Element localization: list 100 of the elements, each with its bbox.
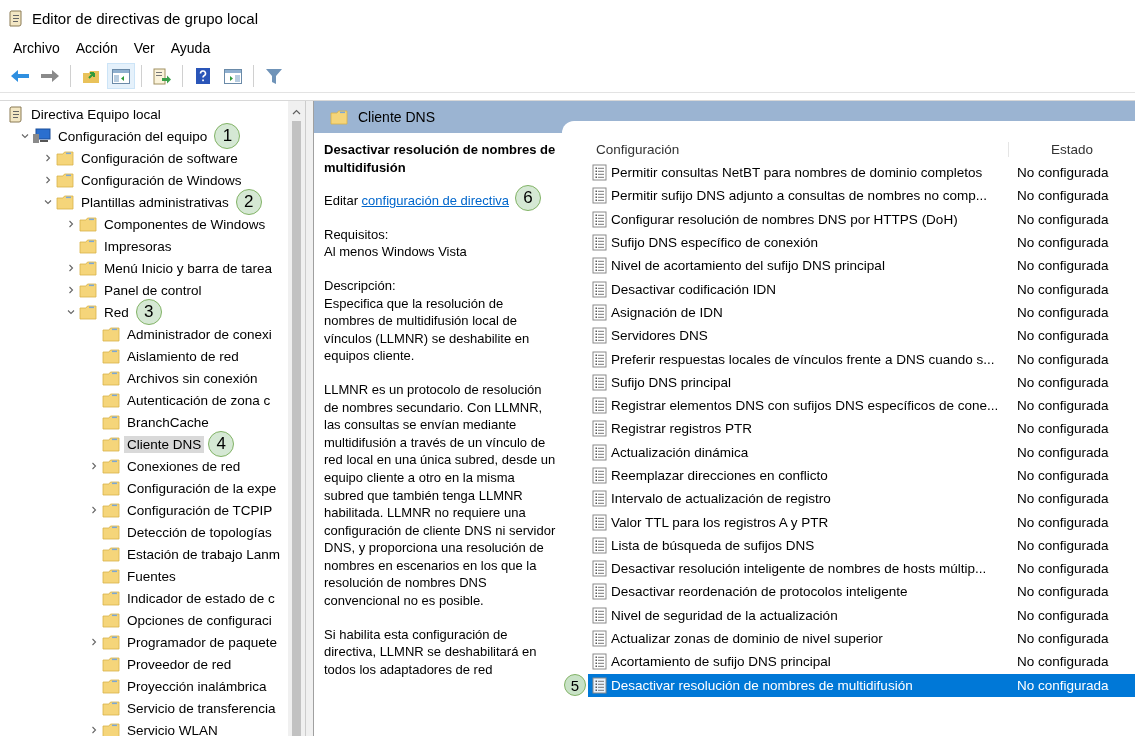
policy-icon bbox=[592, 536, 607, 554]
tree-item[interactable]: Configuración del equipo bbox=[55, 127, 211, 145]
menu-item[interactable]: Acción bbox=[68, 38, 125, 58]
tree-item[interactable]: Menú Inicio y barra de tarea bbox=[101, 259, 276, 277]
setting-name: Reemplazar direcciones en conflicto bbox=[611, 468, 828, 483]
folder-icon bbox=[79, 304, 97, 320]
tree-item[interactable]: Impresoras bbox=[101, 237, 175, 255]
settings-row[interactable]: Nivel de seguridad de la actualización No configurada bbox=[588, 603, 1135, 627]
tree-item[interactable]: Plantillas administrativas bbox=[78, 193, 232, 211]
settings-row[interactable]: Lista de búsqueda de sufijos DNS No configurada bbox=[588, 533, 1135, 558]
tree-item[interactable]: Panel de control bbox=[101, 281, 205, 299]
setting-state: No configurada bbox=[1016, 677, 1110, 693]
tree-item[interactable]: Conexiones de red bbox=[124, 457, 244, 475]
setting-state: No configurada bbox=[1016, 468, 1110, 483]
setting-name: Permitir consultas NetBT para nombres de dominio completos bbox=[611, 165, 983, 181]
tree-item[interactable]: Configuración de la expe bbox=[124, 479, 280, 497]
policy-icon bbox=[592, 513, 607, 531]
tree-item[interactable]: Configuración de software bbox=[78, 149, 241, 167]
tree-item[interactable]: Autenticación de zona c bbox=[124, 391, 274, 409]
tree-item[interactable]: Programador de paquete bbox=[124, 633, 281, 651]
setting-name: Acortamiento de sufijo DNS principal bbox=[611, 654, 831, 670]
settings-row[interactable]: Acortamiento de sufijo DNS principal No configurada bbox=[588, 650, 1135, 674]
back-arrow-icon bbox=[10, 69, 30, 83]
callout-number: 4 bbox=[208, 431, 235, 457]
settings-row[interactable]: Permitir consultas NetBT para nombres de dominio completos No configurada bbox=[588, 161, 1135, 185]
setting-name: Desactivar resolución inteligente de nombres de hosts múltip... bbox=[611, 561, 987, 577]
callout-number: 3 bbox=[135, 299, 162, 325]
setting-state: No configurada bbox=[1016, 165, 1110, 181]
tree-item[interactable]: Servicio WLAN bbox=[124, 721, 221, 736]
tree-item[interactable]: Configuración de Windows bbox=[78, 171, 245, 189]
settings-row[interactable]: Reemplazar direcciones en conflicto No configurada bbox=[588, 463, 1135, 488]
settings-row[interactable]: Servidores DNS No configurada bbox=[588, 324, 1135, 348]
setting-state: No configurada bbox=[1016, 654, 1110, 670]
settings-row[interactable]: Registrar registros PTR No configurada bbox=[588, 417, 1135, 441]
setting-name: Desactivar codificación IDN bbox=[611, 281, 777, 297]
tree-item[interactable]: Directiva Equipo local bbox=[28, 105, 164, 123]
tree-item[interactable]: Estación de trabajo Lanm bbox=[124, 545, 284, 563]
policy-icon bbox=[592, 350, 607, 368]
toolbar-button[interactable] bbox=[107, 63, 135, 89]
settings-row[interactable]: Sufijo DNS específico de conexión No configurada bbox=[588, 230, 1135, 255]
window-title: Editor de directivas de grupo local bbox=[32, 9, 258, 27]
tree-item[interactable]: Configuración de TCPIP bbox=[124, 501, 276, 519]
folder-icon bbox=[102, 502, 120, 518]
scrollbar[interactable] bbox=[288, 101, 305, 736]
tree-item[interactable]: Archivos sin conexión bbox=[124, 369, 261, 387]
folder-icon bbox=[102, 678, 120, 694]
folder-icon bbox=[56, 194, 74, 210]
tree-item[interactable]: Detección de topologías bbox=[124, 523, 275, 541]
settings-row[interactable]: Intervalo de actualización de registro No configurada bbox=[588, 487, 1135, 511]
column-header[interactable]: Estado bbox=[1009, 141, 1135, 157]
settings-row[interactable]: Actualizar zonas de dominio de nivel superior No configurada bbox=[588, 626, 1135, 651]
setting-state: No configurada bbox=[1016, 188, 1110, 204]
tree-item[interactable]: Indicador de estado de c bbox=[124, 589, 278, 607]
setting-name: Nivel de seguridad de la actualización bbox=[611, 607, 838, 623]
folder-icon bbox=[102, 612, 120, 628]
menu-item[interactable]: Archivo bbox=[6, 38, 67, 58]
settings-row[interactable]: Valor TTL para los registros A y PTR No configurada bbox=[588, 510, 1135, 534]
tree-item[interactable]: Administrador de conexi bbox=[124, 325, 275, 343]
setting-name: Actualización dinámica bbox=[611, 444, 749, 460]
menu-item[interactable]: Ver bbox=[126, 38, 162, 58]
folder-icon bbox=[102, 634, 120, 650]
settings-row[interactable]: Registrar elementos DNS con sufijos DNS específicos de cone... No configurada bbox=[588, 393, 1135, 418]
tree-item[interactable]: Cliente DNS bbox=[124, 435, 205, 453]
filter-icon bbox=[265, 67, 283, 85]
column-header[interactable]: Configuración bbox=[588, 141, 1009, 157]
settings-row[interactable]: Desactivar resolución inteligente de nombres de hosts múltip... No configurada bbox=[588, 557, 1135, 581]
policy-icon bbox=[592, 676, 607, 694]
tree-item[interactable]: Red bbox=[101, 303, 132, 321]
settings-row[interactable]: Desactivar codificación IDN No configurada bbox=[588, 277, 1135, 301]
settings-row[interactable]: Configurar resolución de nombres DNS por HTTPS (DoH) No configurada bbox=[588, 207, 1135, 231]
folder-icon bbox=[102, 326, 120, 342]
settings-row[interactable]: Desactivar reordenación de protocolos inteligente No configurada bbox=[588, 580, 1135, 604]
settings-row[interactable]: Actualización dinámica No configurada bbox=[588, 440, 1135, 464]
setting-name: Desactivar reordenación de protocolos inteligente bbox=[611, 584, 908, 600]
setting-name: Preferir respuestas locales de vínculos frente a DNS cuando s... bbox=[611, 351, 995, 367]
tree-item[interactable]: BranchCache bbox=[124, 413, 212, 431]
tree-item[interactable]: Servicio de transferencia bbox=[124, 699, 279, 717]
settings-row[interactable]: Desactivar resolución de nombres de multidifusión No configurada bbox=[588, 673, 1135, 697]
tree-item[interactable]: Aislamiento de red bbox=[124, 347, 242, 365]
tree-item[interactable]: Opciones de configuraci bbox=[124, 611, 275, 629]
settings-row[interactable]: Nivel de acortamiento del sufijo DNS principal No configurada bbox=[588, 254, 1135, 278]
tree-item[interactable]: Proveedor de red bbox=[124, 655, 235, 673]
settings-row[interactable]: Asignación de IDN No configurada bbox=[588, 300, 1135, 325]
folder-icon bbox=[56, 172, 74, 188]
scroll-up-icon[interactable] bbox=[292, 109, 301, 115]
tree-item[interactable]: Proyección inalámbrica bbox=[124, 677, 270, 695]
settings-row[interactable]: Sufijo DNS principal No configurada bbox=[588, 370, 1135, 394]
tree-item[interactable]: Fuentes bbox=[124, 567, 179, 585]
folder-icon bbox=[79, 282, 97, 298]
settings-row[interactable]: Permitir sufijo DNS adjunto a consultas de nombres no comp... No configurada bbox=[588, 184, 1135, 208]
setting-state: No configurada bbox=[1016, 374, 1110, 390]
setting-name: Actualizar zonas de dominio de nivel superior bbox=[611, 631, 883, 647]
setting-name: Sufijo DNS específico de conexión bbox=[611, 235, 819, 251]
edit-policy-link[interactable]: configuración de directiva bbox=[361, 193, 509, 209]
tree-item[interactable]: Componentes de Windows bbox=[101, 215, 269, 233]
settings-row[interactable]: Preferir respuestas locales de vínculos frente a DNS cuando s... No configurada bbox=[588, 347, 1135, 371]
edit-label: Editar bbox=[324, 193, 358, 209]
menu-item[interactable]: Ayuda bbox=[163, 38, 218, 58]
setting-state: No configurada bbox=[1016, 631, 1110, 647]
callout-number: 2 bbox=[235, 189, 262, 215]
